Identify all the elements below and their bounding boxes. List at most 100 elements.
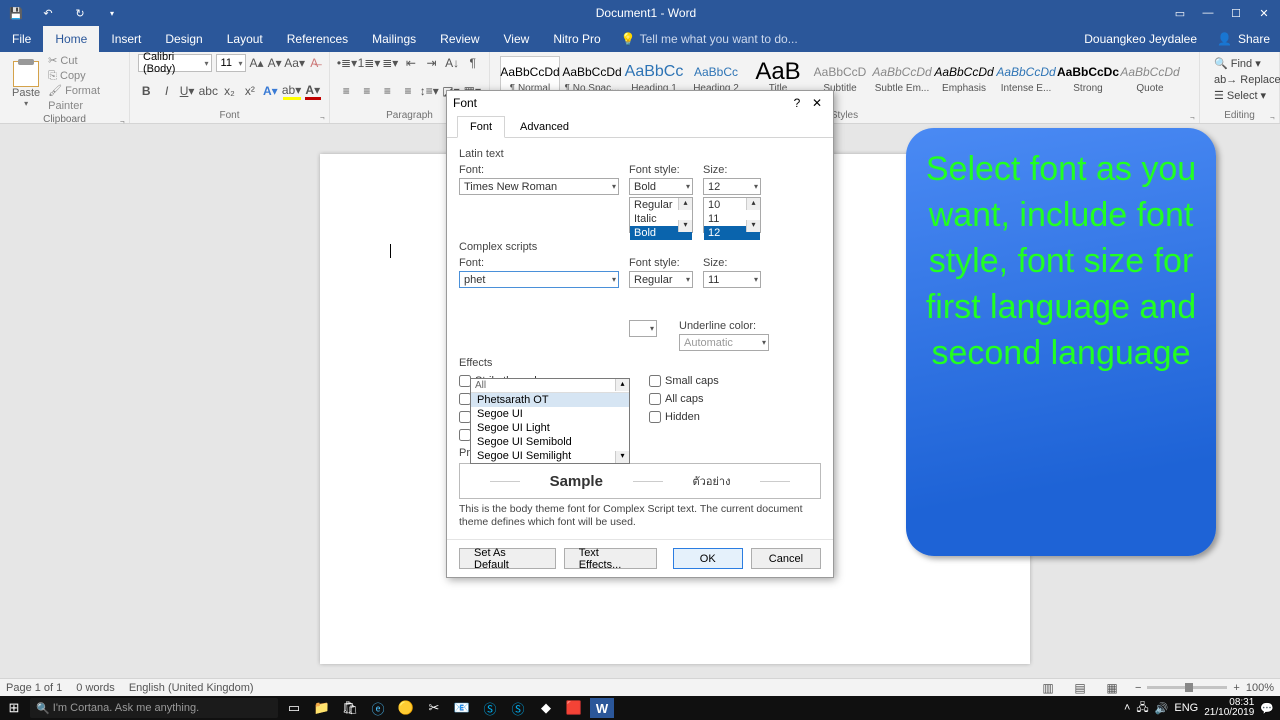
store-icon[interactable]: 🛍 <box>338 698 362 718</box>
chk-all-caps[interactable]: All caps <box>649 393 719 405</box>
skype-icon[interactable]: Ⓢ <box>478 698 502 718</box>
format-painter-button[interactable]: 🖌 Format Painter <box>48 84 121 114</box>
underline-color-combo[interactable]: Automatic <box>679 334 769 351</box>
outlook-icon[interactable]: 📧 <box>450 698 474 718</box>
tab-home[interactable]: Home <box>43 26 99 52</box>
status-words[interactable]: 0 words <box>76 682 115 694</box>
line-spacing-icon[interactable]: ↕≡▾ <box>420 82 438 100</box>
paste-button[interactable]: Paste▾ <box>8 59 44 110</box>
tab-review[interactable]: Review <box>428 26 491 52</box>
font-name-combo[interactable]: Calibri (Body) <box>138 54 212 72</box>
tab-references[interactable]: References <box>275 26 360 52</box>
tray-up-icon[interactable]: ˄ <box>1124 702 1130 714</box>
font-opt-segoe-semibold[interactable]: Segoe UI Semibold <box>471 435 629 449</box>
font-color-icon[interactable]: A▾ <box>305 82 321 100</box>
undo-icon[interactable]: ↶ <box>36 3 60 23</box>
tray-vol-icon[interactable]: 🔊 <box>1155 702 1169 715</box>
align-center-icon[interactable]: ≡ <box>359 82 376 100</box>
ie-icon[interactable]: ⓔ <box>366 698 390 718</box>
font-opt-segoe-semilight[interactable]: Segoe UI Semilight <box>471 449 629 463</box>
select-button[interactable]: ☰ Select ▾ <box>1214 88 1265 104</box>
ribbon-display-icon[interactable]: ▭ <box>1168 3 1192 23</box>
tray-clock[interactable]: 08:3121/10/2019 <box>1204 698 1254 718</box>
shrink-font-icon[interactable]: A▾ <box>268 54 282 72</box>
font-opt-segoe[interactable]: Segoe UI <box>471 407 629 421</box>
subscript-icon[interactable]: x₂ <box>221 82 237 100</box>
bullets-icon[interactable]: •≣▾ <box>338 54 356 72</box>
minimize-icon[interactable]: — <box>1196 3 1220 23</box>
dialog-close-icon[interactable]: ✕ <box>807 96 827 110</box>
view-read-icon[interactable]: ▥ <box>1039 679 1057 697</box>
word-icon[interactable]: W <box>590 698 614 718</box>
change-case-icon[interactable]: Aa▾ <box>286 54 304 72</box>
view-web-icon[interactable]: ▦ <box>1103 679 1121 697</box>
cortana-search[interactable]: 🔍 I'm Cortana. Ask me anything. <box>30 698 278 718</box>
view-print-icon[interactable]: ▤ <box>1071 679 1089 697</box>
underline-icon[interactable]: U▾ <box>179 82 195 100</box>
app1-icon[interactable]: ◆ <box>534 698 558 718</box>
justify-icon[interactable]: ≡ <box>400 82 417 100</box>
share-button[interactable]: 👤Share <box>1207 26 1280 52</box>
save-icon[interactable]: 💾 <box>4 3 28 23</box>
taskview-icon[interactable]: ▭ <box>282 698 306 718</box>
chk-hidden[interactable]: Hidden <box>649 411 719 423</box>
style-strong[interactable]: AaBbCcDcStrong <box>1058 56 1118 106</box>
numbering-icon[interactable]: 1≣▾ <box>360 54 378 72</box>
tray-notif-icon[interactable]: 💬 <box>1260 702 1274 715</box>
zoom-slider[interactable]: −+ 100% <box>1135 682 1274 694</box>
font-size-combo[interactable]: 11 <box>216 54 246 72</box>
multilevel-icon[interactable]: ≣▾ <box>382 54 399 72</box>
superscript-icon[interactable]: x² <box>242 82 258 100</box>
underline-style-combo[interactable] <box>629 320 657 337</box>
dec-indent-icon[interactable]: ⇤ <box>403 54 420 72</box>
style-quote[interactable]: AaBbCcDdQuote <box>1120 56 1180 106</box>
latin-size-list[interactable]: 10 11 12 ▴ ▾ <box>703 197 761 233</box>
style-emphasis[interactable]: AaBbCcDdEmphasis <box>934 56 994 106</box>
close-icon[interactable]: ✕ <box>1252 3 1276 23</box>
tab-file[interactable]: File <box>0 26 43 52</box>
chk-small-caps[interactable]: Small caps <box>649 375 719 387</box>
complex-style-combo[interactable]: Regular <box>629 271 693 288</box>
replace-button[interactable]: ab→ Replace <box>1214 72 1265 88</box>
tell-me[interactable]: 💡Tell me what you want to do... <box>613 26 1075 52</box>
complex-font-combo[interactable]: phet <box>459 271 619 288</box>
style-intense-e-[interactable]: AaBbCcDdIntense E... <box>996 56 1056 106</box>
app2-icon[interactable]: 🟥 <box>562 698 586 718</box>
dialog-help-icon[interactable]: ? <box>787 96 807 110</box>
zoom-value[interactable]: 100% <box>1246 682 1274 694</box>
complex-font-dropdown[interactable]: All Phetsarath OT Segoe UI Segoe UI Ligh… <box>470 378 630 464</box>
dialog-tab-font[interactable]: Font <box>457 116 505 138</box>
font-opt-segoe-light[interactable]: Segoe UI Light <box>471 421 629 435</box>
style-subtle-em-[interactable]: AaBbCcDdSubtle Em... <box>872 56 932 106</box>
tab-mailings[interactable]: Mailings <box>360 26 428 52</box>
latin-style-list[interactable]: Regular Italic Bold ▴ ▾ <box>629 197 693 233</box>
tab-view[interactable]: View <box>492 26 542 52</box>
tab-insert[interactable]: Insert <box>99 26 153 52</box>
inc-indent-icon[interactable]: ⇥ <box>423 54 440 72</box>
snip-icon[interactable]: ✂ <box>422 698 446 718</box>
italic-icon[interactable]: I <box>158 82 174 100</box>
font-opt-phetsarath[interactable]: Phetsarath OT <box>471 393 629 407</box>
start-icon[interactable]: ⊞ <box>2 698 26 718</box>
status-lang[interactable]: English (United Kingdom) <box>129 682 254 694</box>
chrome-icon[interactable]: 🟡 <box>394 698 418 718</box>
skype2-icon[interactable]: Ⓢ <box>506 698 530 718</box>
tray-net-icon[interactable]: 🖧 <box>1136 699 1148 718</box>
redo-icon[interactable]: ↻ <box>68 3 92 23</box>
tray-lang[interactable]: ENG <box>1174 702 1198 714</box>
tab-layout[interactable]: Layout <box>215 26 275 52</box>
maximize-icon[interactable]: ☐ <box>1224 3 1248 23</box>
find-button[interactable]: 🔍 Find ▾ <box>1214 56 1265 72</box>
highlight-icon[interactable]: ab▾ <box>283 82 301 100</box>
status-page[interactable]: Page 1 of 1 <box>6 682 62 694</box>
dialog-tab-advanced[interactable]: Advanced <box>507 116 582 138</box>
cut-button[interactable]: ✂ Cut <box>48 54 121 69</box>
align-left-icon[interactable]: ≡ <box>338 82 355 100</box>
tab-nitro[interactable]: Nitro Pro <box>541 26 612 52</box>
set-default-button[interactable]: Set As Default <box>459 548 556 569</box>
text-effects-icon[interactable]: A▾ <box>262 82 278 100</box>
latin-style-combo[interactable]: Bold <box>629 178 693 195</box>
latin-font-combo[interactable]: Times New Roman <box>459 178 619 195</box>
sort-icon[interactable]: A↓ <box>444 54 461 72</box>
grow-font-icon[interactable]: A▴ <box>250 54 264 72</box>
